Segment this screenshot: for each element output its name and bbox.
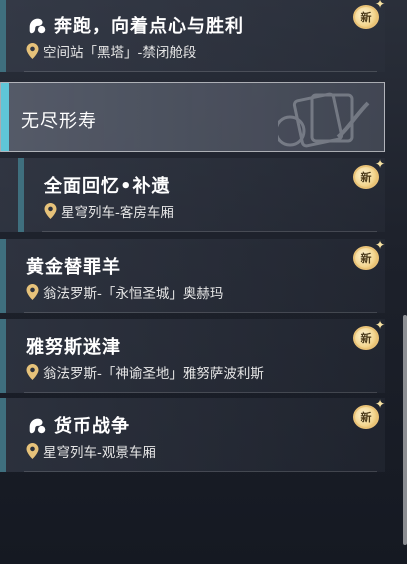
mission-location-row: 星穹列车-观景车厢 bbox=[26, 441, 156, 461]
mission-location: 星穹列车-观景车厢 bbox=[43, 445, 156, 461]
mission-title: 全面回忆•补遗 bbox=[44, 176, 171, 197]
divider bbox=[24, 312, 377, 313]
mission-item[interactable]: 货币战争 星穹列车-观景车厢 ✦ 新 bbox=[0, 398, 385, 472]
divider bbox=[24, 471, 377, 472]
chapter-emblem-icon bbox=[278, 92, 370, 148]
mission-item[interactable]: 黄金替罪羊 翁法罗斯-「永恒圣城」奥赫玛 ✦ 新 bbox=[0, 239, 385, 313]
mission-title-row: 全面回忆•补遗 bbox=[44, 172, 171, 198]
divider bbox=[42, 231, 377, 232]
mission-location: 翁法罗斯-「永恒圣城」奥赫玛 bbox=[43, 286, 224, 302]
mission-item[interactable]: 雅努斯迷津 翁法罗斯-「神谕圣地」雅努萨波利斯 ✦ 新 bbox=[0, 319, 385, 393]
mission-title: 雅努斯迷津 bbox=[26, 337, 121, 358]
companion-mission-icon bbox=[29, 18, 46, 34]
new-badge-icon: ✦ 新 bbox=[353, 319, 385, 352]
location-pin-icon bbox=[26, 443, 39, 459]
location-pin-icon bbox=[26, 364, 39, 380]
mission-location: 翁法罗斯-「神谕圣地」雅努萨波利斯 bbox=[43, 366, 264, 382]
mission-accent-bar bbox=[0, 239, 6, 313]
chapter-title: 无尽形寿 bbox=[21, 111, 97, 132]
location-pin-icon bbox=[26, 43, 39, 59]
mission-title-row: 黄金替罪羊 bbox=[26, 253, 121, 279]
mission-title-row: 奔跑，向着点心与胜利 bbox=[26, 12, 244, 38]
new-badge-icon: ✦ 新 bbox=[353, 158, 385, 191]
chapter-header[interactable]: 无尽形寿 bbox=[0, 82, 385, 152]
mission-title: 奔跑，向着点心与胜利 bbox=[54, 16, 244, 37]
mission-item[interactable]: 全面回忆•补遗 星穹列车-客房车厢 ✦ 新 bbox=[0, 158, 385, 232]
location-pin-icon bbox=[26, 284, 39, 300]
mission-list-panel: 奔跑，向着点心与胜利 空间站「黑塔」-禁闭舱段 ✦ 新 无尽形寿 全面回忆•补遗 bbox=[0, 0, 407, 564]
mission-accent-bar bbox=[18, 158, 24, 232]
mission-title-row: 货币战争 bbox=[26, 412, 130, 438]
mission-location: 星穹列车-客房车厢 bbox=[61, 205, 174, 221]
mission-title: 货币战争 bbox=[54, 416, 130, 437]
mission-location-row: 翁法罗斯-「神谕圣地」雅努萨波利斯 bbox=[26, 362, 264, 382]
mission-location-row: 空间站「黑塔」-禁闭舱段 bbox=[26, 41, 196, 61]
mission-item[interactable]: 奔跑，向着点心与胜利 空间站「黑塔」-禁闭舱段 ✦ 新 bbox=[0, 0, 385, 72]
chapter-accent-bar bbox=[1, 83, 9, 151]
divider bbox=[24, 392, 377, 393]
new-badge-icon: ✦ 新 bbox=[353, 239, 385, 272]
mission-location: 空间站「黑塔」-禁闭舱段 bbox=[43, 45, 197, 61]
mission-location-row: 翁法罗斯-「永恒圣城」奥赫玛 bbox=[26, 282, 223, 302]
companion-mission-icon bbox=[29, 418, 46, 434]
mission-accent-bar bbox=[0, 319, 6, 393]
location-pin-icon bbox=[44, 203, 57, 219]
new-badge-icon: ✦ 新 bbox=[353, 398, 385, 431]
mission-title-row: 雅努斯迷津 bbox=[26, 333, 121, 359]
mission-location-row: 星穹列车-客房车厢 bbox=[44, 201, 174, 221]
scrollbar[interactable] bbox=[403, 315, 407, 545]
mission-title: 黄金替罪羊 bbox=[26, 257, 121, 278]
divider bbox=[24, 71, 377, 72]
new-badge-icon: ✦ 新 bbox=[353, 0, 385, 31]
mission-accent-bar bbox=[0, 398, 6, 472]
mission-accent-bar bbox=[0, 0, 6, 72]
